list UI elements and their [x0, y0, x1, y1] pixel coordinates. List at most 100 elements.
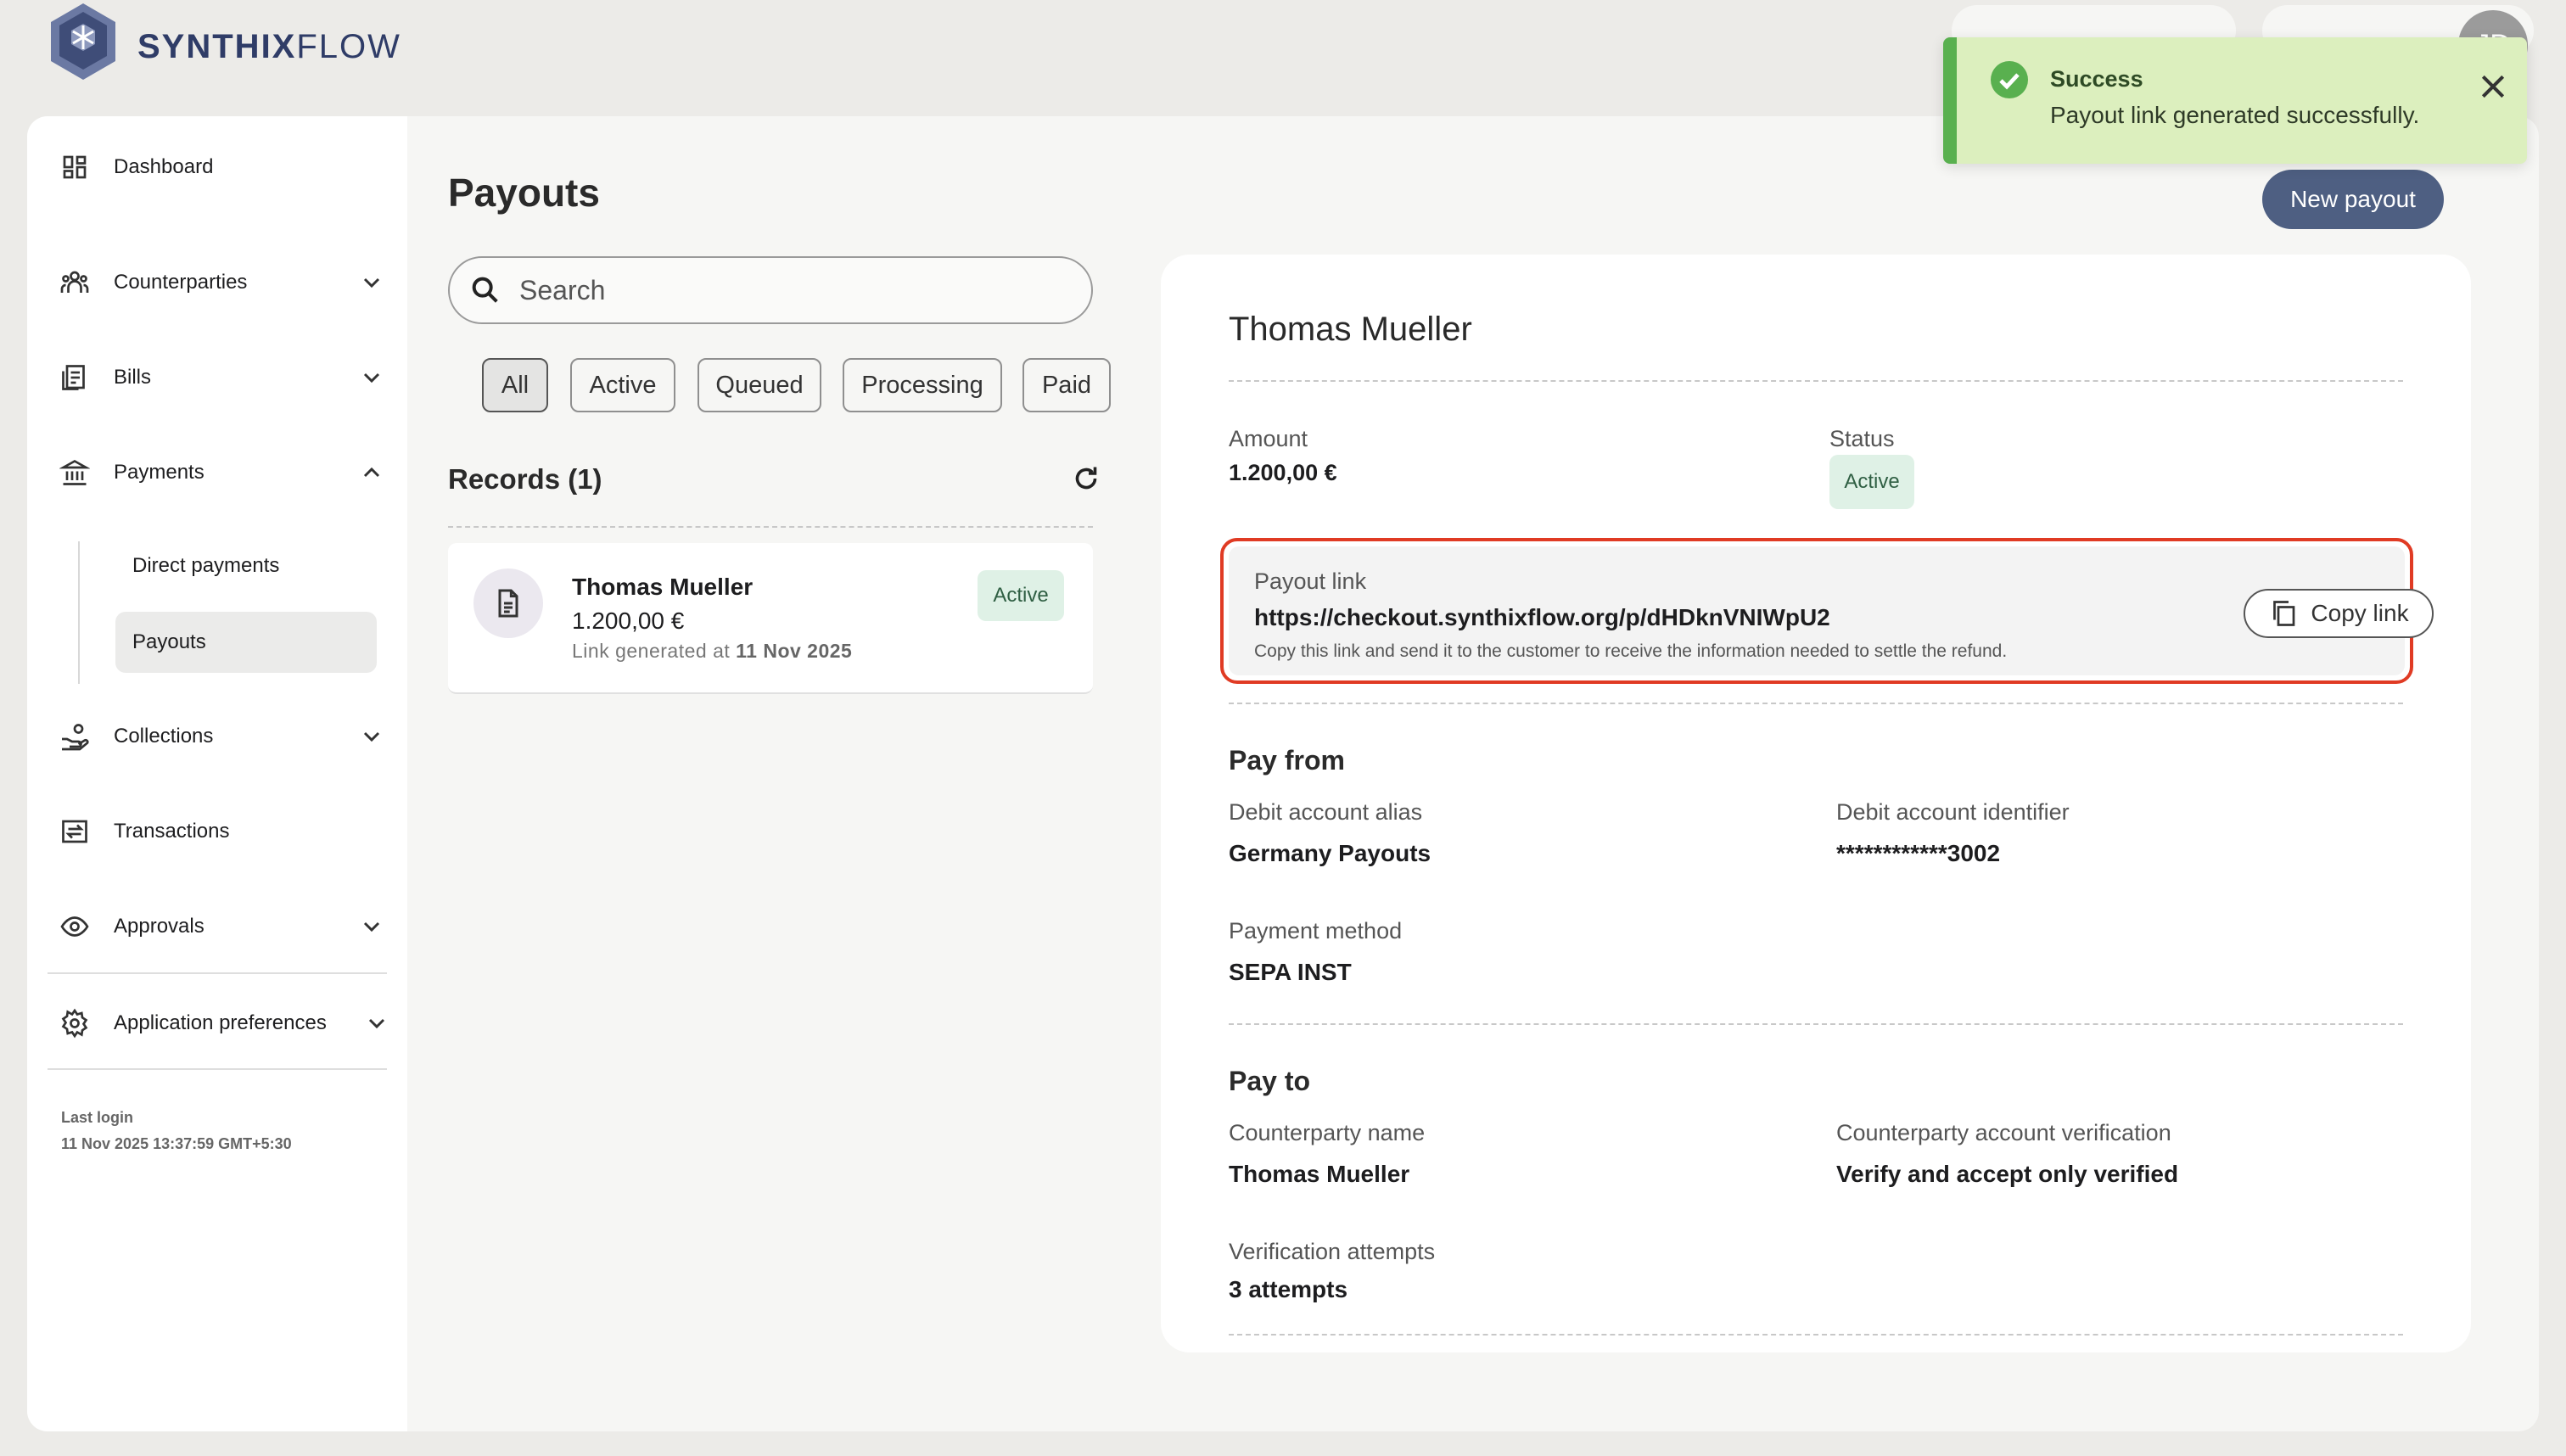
record-amount: 1.200,00 €: [572, 608, 685, 634]
payout-link-label: Payout link: [1254, 568, 1367, 594]
sidebar-item-label: Counterparties: [114, 271, 248, 294]
sidebar-divider: [48, 1068, 387, 1070]
counterparty-verification-value: Verify and accept only verified: [1836, 1161, 2179, 1187]
counterparty-name-label: Counterparty name: [1229, 1120, 1426, 1145]
toast-title: Success: [2050, 66, 2143, 92]
record-item[interactable]: Thomas Mueller 1.200,00 € Link generated…: [448, 543, 1093, 694]
detail-name: Thomas Mueller: [1229, 311, 1472, 348]
sidebar: Dashboard Counterparties Bills Payments: [27, 116, 407, 1431]
record-date: Link generated at 11 Nov 2025: [572, 640, 853, 662]
record-name: Thomas Mueller: [572, 574, 754, 600]
chevron-down-icon[interactable]: [358, 269, 385, 296]
debit-id-value: ************3002: [1836, 840, 2001, 866]
last-login: Last login 11 Nov 2025 13:37:59 GMT+5:30: [61, 1105, 292, 1157]
sidebar-item-label: Bills: [114, 366, 152, 389]
filter-chip-paid[interactable]: Paid: [1022, 358, 1111, 412]
sidebar-item-transactions[interactable]: Transactions: [58, 806, 397, 857]
sidebar-item-label: Collections: [114, 725, 214, 748]
sidebar-item-dashboard[interactable]: Dashboard: [58, 142, 397, 193]
copy-link-button[interactable]: Copy link: [2244, 589, 2434, 638]
status-badge: Active: [978, 570, 1064, 621]
payout-link-inner: Payout link https://checkout.synthixflow…: [1229, 546, 2434, 675]
search-icon: [472, 277, 498, 303]
people-icon: [58, 266, 92, 300]
payment-method-label: Payment method: [1229, 918, 1403, 944]
detail-divider: [1229, 703, 2403, 704]
filter-chip-all[interactable]: All: [482, 358, 548, 412]
sidebar-item-application-preferences[interactable]: Application preferences: [58, 998, 397, 1049]
sidebar-divider: [48, 972, 387, 974]
sidebar-subitem-label: Payouts: [132, 630, 206, 653]
records-title: Records (1): [448, 463, 602, 495]
close-icon[interactable]: [2476, 70, 2510, 104]
page-title: Payouts: [448, 171, 600, 215]
payout-link-hint: Copy this link and send it to the custom…: [1254, 641, 2008, 661]
gear-icon: [58, 1006, 92, 1040]
record-document-icon: [473, 568, 543, 638]
sidebar-item-approvals[interactable]: Approvals: [58, 901, 397, 952]
submenu-guide-line: [78, 541, 80, 684]
brand-logo[interactable]: SYNTHIXFLOW: [39, 0, 401, 93]
filter-chip-active[interactable]: Active: [570, 358, 675, 412]
new-payout-button[interactable]: New payout: [2262, 170, 2444, 229]
detail-divider: [1229, 380, 2403, 382]
last-login-value: 11 Nov 2025 13:37:59 GMT+5:30: [61, 1135, 292, 1152]
sidebar-subitem-payouts[interactable]: Payouts: [115, 612, 377, 673]
debit-id-label: Debit account identifier: [1836, 799, 2070, 825]
toast-message: Payout link generated successfully.: [2050, 102, 2420, 128]
synthixflow-logo-icon: [51, 3, 115, 80]
search-box[interactable]: [448, 256, 1093, 324]
sidebar-item-label: Transactions: [114, 820, 230, 843]
copy-icon: [2273, 601, 2295, 626]
search-input[interactable]: [519, 274, 1045, 306]
check-circle-icon: [1991, 61, 2028, 98]
detail-divider: [1229, 1334, 2403, 1336]
filter-chip-queued[interactable]: Queued: [698, 358, 821, 412]
sidebar-item-label: Payments: [114, 461, 204, 484]
verification-attempts-label: Verification attempts: [1229, 1239, 1436, 1264]
eye-icon: [58, 910, 92, 944]
refresh-icon[interactable]: [1071, 463, 1101, 494]
bank-icon: [58, 456, 92, 490]
sidebar-item-collections[interactable]: Collections: [58, 711, 397, 762]
status-badge: Active: [1829, 455, 1914, 509]
detail-divider: [1229, 1023, 2403, 1025]
payout-link-box: Payout link https://checkout.synthixflow…: [1220, 538, 2434, 684]
debit-alias-value: Germany Payouts: [1229, 840, 1431, 866]
chevron-down-icon[interactable]: [358, 913, 385, 940]
amount-value: 1.200,00 €: [1229, 460, 1337, 485]
debit-alias-label: Debit account alias: [1229, 799, 1423, 825]
sidebar-item-payments[interactable]: Payments: [58, 447, 397, 498]
records-divider: [448, 526, 1093, 528]
counterparty-name-value: Thomas Mueller: [1229, 1161, 1410, 1187]
transfer-icon: [58, 815, 92, 848]
dashboard-icon: [58, 150, 92, 184]
brand-name: SYNTHIXFLOW: [137, 27, 401, 65]
verification-attempts-value: 3 attempts: [1229, 1276, 1348, 1302]
pay-to-title: Pay to: [1229, 1066, 1311, 1096]
counterparty-verification-label: Counterparty account verification: [1836, 1120, 2171, 1145]
sidebar-item-counterparties[interactable]: Counterparties: [58, 257, 397, 308]
chevron-up-icon[interactable]: [358, 459, 385, 486]
success-toast: Success Payout link generated successful…: [1943, 37, 2527, 164]
status-label: Status: [1829, 426, 1895, 451]
sidebar-item-bills[interactable]: Bills: [58, 352, 397, 403]
hand-coins-icon: [58, 720, 92, 753]
pay-from-title: Pay from: [1229, 745, 1345, 776]
chevron-down-icon[interactable]: [358, 723, 385, 750]
last-login-label: Last login: [61, 1109, 133, 1126]
sidebar-item-label: Application preferences: [114, 1011, 327, 1034]
sidebar-item-label: Approvals: [114, 915, 204, 938]
filter-chip-processing[interactable]: Processing: [843, 358, 1002, 412]
document-icon: [58, 361, 92, 395]
sidebar-subitem-direct-payments[interactable]: Direct payments: [115, 535, 377, 596]
sidebar-subitem-label: Direct payments: [132, 554, 280, 577]
chevron-down-icon[interactable]: [358, 364, 385, 391]
sidebar-item-label: Dashboard: [114, 155, 214, 178]
payment-method-value: SEPA INST: [1229, 959, 1352, 985]
payout-detail-panel: Thomas Mueller Amount 1.200,00 € Status …: [1161, 255, 2471, 1352]
chevron-down-icon[interactable]: [363, 1010, 390, 1037]
payout-link-url[interactable]: https://checkout.synthixflow.org/p/dHDkn…: [1254, 604, 1830, 631]
copy-link-label: Copy link: [2311, 600, 2409, 626]
amount-label: Amount: [1229, 426, 1308, 451]
